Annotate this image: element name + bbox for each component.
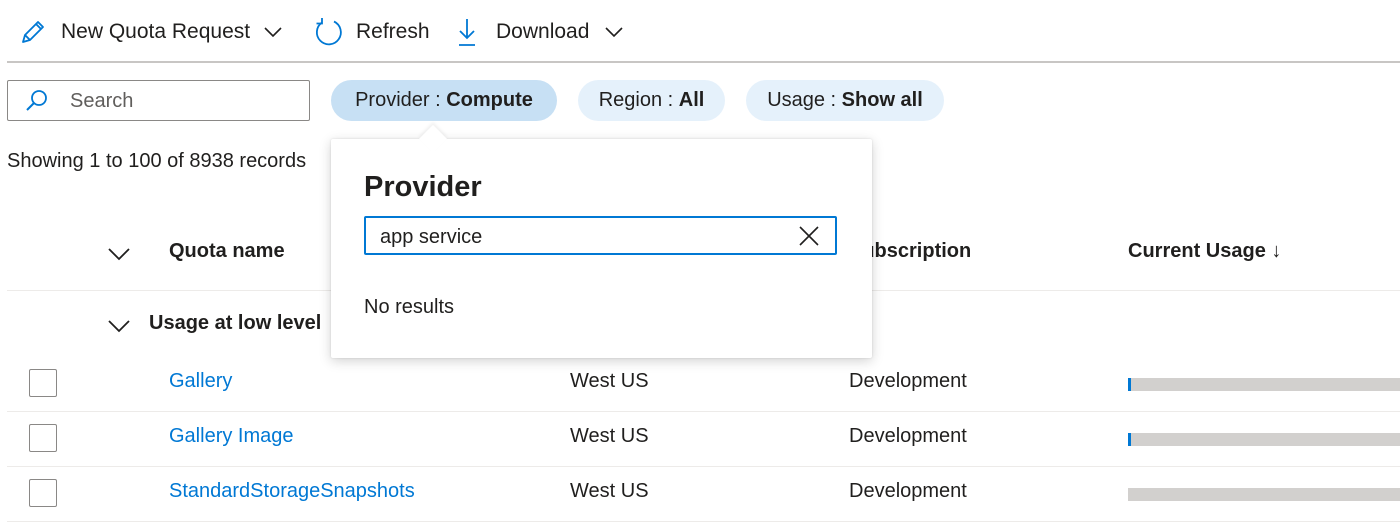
search-box[interactable]: [7, 80, 310, 121]
subscription-cell: Development: [849, 370, 967, 392]
new-quota-request-label: New Quota Request: [61, 20, 251, 43]
table-row: StandardStorageSnapshots West US Develop…: [7, 467, 1400, 522]
subscription-cell: Development: [849, 425, 967, 447]
chevron-down-icon: [604, 25, 624, 39]
region-cell: West US: [570, 480, 649, 502]
quota-name-link[interactable]: Gallery: [169, 370, 232, 393]
provider-filter-value: Compute: [446, 89, 533, 111]
group-label: Usage at low level: [149, 312, 322, 334]
provider-search-input[interactable]: [378, 221, 782, 253]
usage-bar: [1128, 433, 1400, 446]
search-input[interactable]: [68, 85, 302, 117]
region-filter-value: All: [678, 89, 705, 111]
provider-filter-pill[interactable]: Provider : Compute: [331, 80, 557, 121]
no-results-message: No results: [364, 296, 455, 318]
pencil-icon: [18, 17, 48, 47]
row-checkbox[interactable]: [29, 479, 57, 507]
popup-beak: [418, 124, 448, 154]
provider-filter-label: Provider :: [355, 89, 447, 111]
refresh-icon: [313, 16, 345, 48]
chevron-down-icon[interactable]: [107, 318, 131, 339]
quota-name-link[interactable]: Gallery Image: [169, 425, 294, 448]
download-label: Download: [496, 20, 590, 43]
download-button[interactable]: Download: [456, 12, 624, 52]
usage-bar-fill: [1128, 433, 1131, 446]
download-icon: [456, 16, 478, 48]
provider-search-field[interactable]: [364, 216, 837, 255]
new-quota-request-button[interactable]: New Quota Request: [18, 12, 283, 52]
column-header-quota-name[interactable]: Quota name: [169, 240, 285, 263]
usage-bar: [1128, 488, 1400, 501]
usage-filter-value: Show all: [841, 89, 923, 111]
usage-filter-label: Usage :: [767, 89, 842, 111]
region-filter-pill[interactable]: Region : All: [578, 80, 725, 121]
row-checkbox[interactable]: [29, 424, 57, 452]
records-count: Showing 1 to 100 of 8938 records: [7, 150, 307, 172]
region-cell: West US: [570, 425, 649, 447]
chevron-down-icon: [263, 25, 283, 39]
toolbar-divider: [7, 61, 1400, 63]
usage-bar-fill: [1128, 378, 1131, 391]
table-row: Gallery Image West US Development: [7, 412, 1400, 467]
usage-bar: [1128, 378, 1400, 391]
quota-name-link[interactable]: StandardStorageSnapshots: [169, 480, 415, 503]
provider-filter-popup: Provider No results: [331, 124, 872, 358]
chevron-down-icon[interactable]: [107, 246, 131, 267]
region-cell: West US: [570, 370, 649, 392]
usage-filter-pill[interactable]: Usage : Show all: [746, 80, 944, 121]
region-filter-label: Region :: [598, 89, 679, 111]
column-header-current-usage[interactable]: Current Usage ↓: [1128, 240, 1281, 263]
popup-title: Provider: [364, 171, 482, 203]
subscription-cell: Development: [849, 480, 967, 502]
command-bar: New Quota Request Refresh Download: [0, 0, 1400, 62]
refresh-label: Refresh: [356, 20, 430, 43]
close-icon[interactable]: [798, 225, 820, 252]
refresh-button[interactable]: Refresh: [313, 12, 430, 52]
table-row: Gallery West US Development: [7, 357, 1400, 412]
row-checkbox[interactable]: [29, 369, 57, 397]
